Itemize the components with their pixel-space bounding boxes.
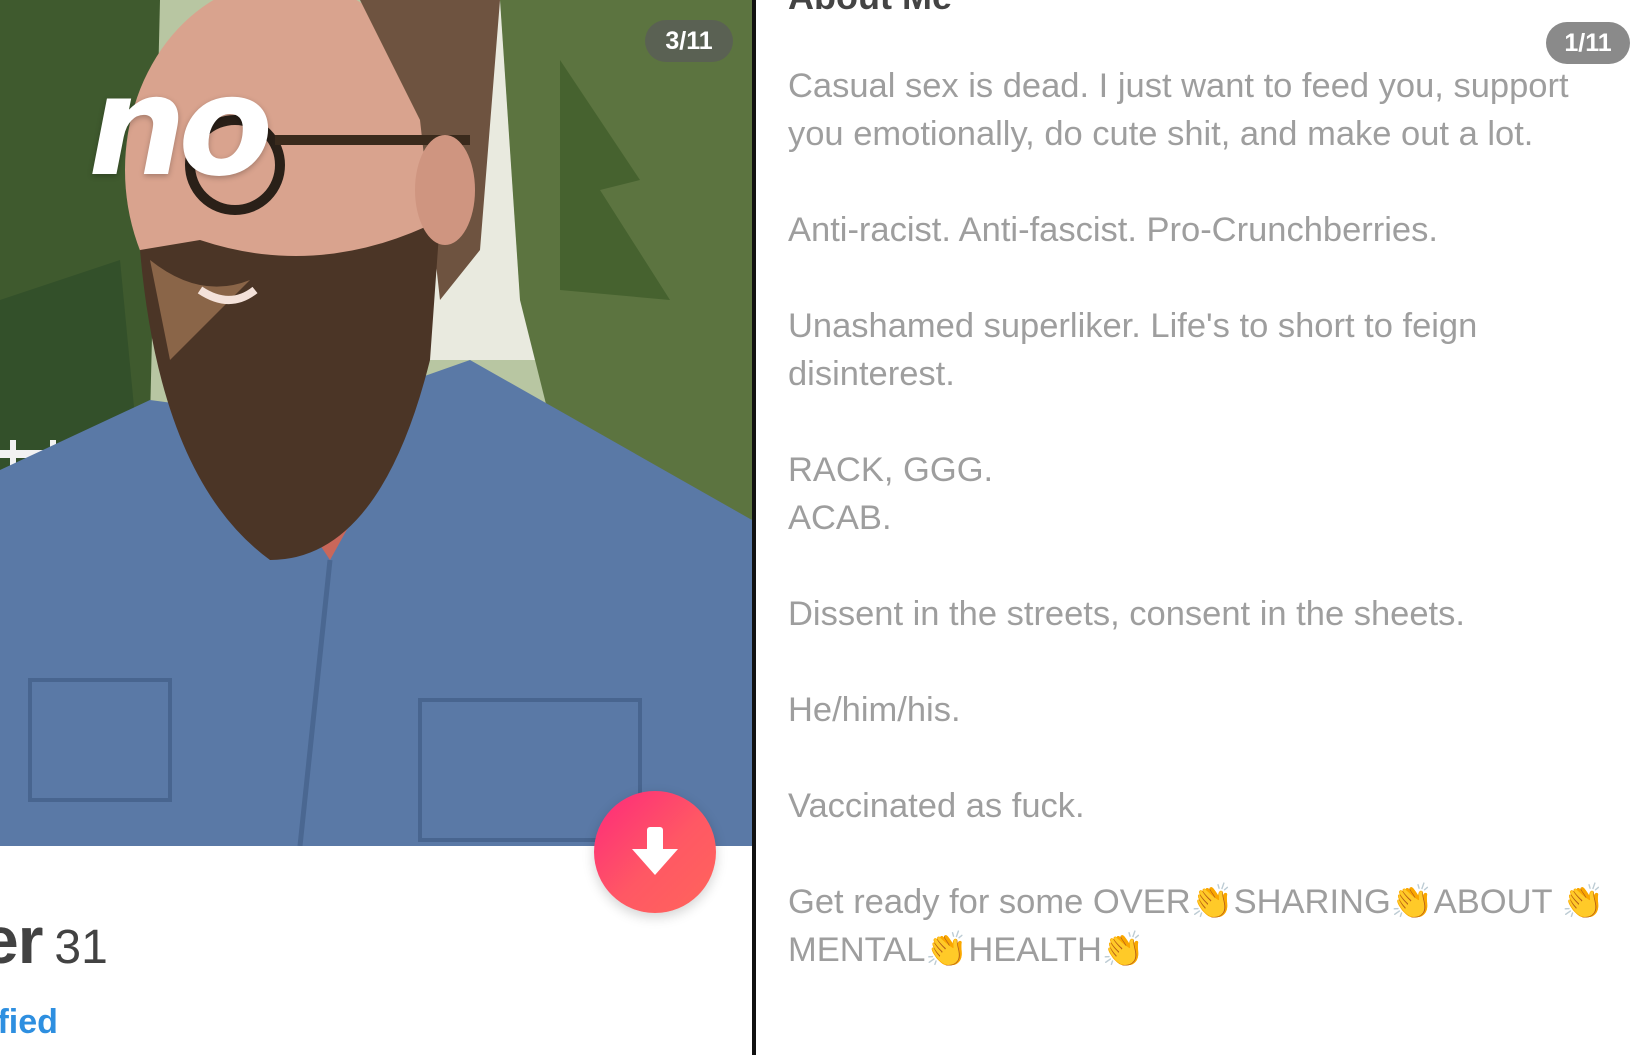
profile-photo[interactable]: no 3/11 xyxy=(0,0,752,846)
profile-name: er xyxy=(0,903,43,977)
no-sticker-text: no xyxy=(88,46,273,207)
bio-paragraph: He/him/his. xyxy=(788,691,961,729)
expand-profile-button[interactable] xyxy=(594,791,716,913)
arrow-down-icon xyxy=(632,827,678,875)
profile-name-age: er31 xyxy=(0,902,108,978)
bio-paragraph: Get ready for some OVER👏SHARING👏ABOUT 👏M… xyxy=(788,883,1605,969)
verified-label: ified xyxy=(0,1003,58,1041)
bio-paragraph: Casual sex is dead. I just want to feed … xyxy=(788,67,1569,153)
about-me-heading: About Me xyxy=(788,0,952,18)
bio-paragraph: Unashamed superliker. Life's to short to… xyxy=(788,307,1478,393)
bio-paragraph: RACK, GGG. ACAB. xyxy=(788,451,994,537)
about-me-card[interactable]: About Me 1/11 Casual sex is dead. I just… xyxy=(756,0,1643,1055)
bio-paragraph: Vaccinated as fuck. xyxy=(788,787,1085,825)
profile-age: 31 xyxy=(54,921,108,974)
bio-paragraph: Dissent in the streets, consent in the s… xyxy=(788,595,1465,633)
profile-photo-card[interactable]: no 3/11 er31 ified xyxy=(0,0,752,1055)
bio-counter-badge: 1/11 xyxy=(1546,22,1630,64)
bio-paragraph: Anti-racist. Anti-fascist. Pro-Crunchber… xyxy=(788,211,1438,249)
bio-text: Casual sex is dead. I just want to feed … xyxy=(788,62,1618,1022)
photo-counter-badge: 3/11 xyxy=(645,20,733,62)
